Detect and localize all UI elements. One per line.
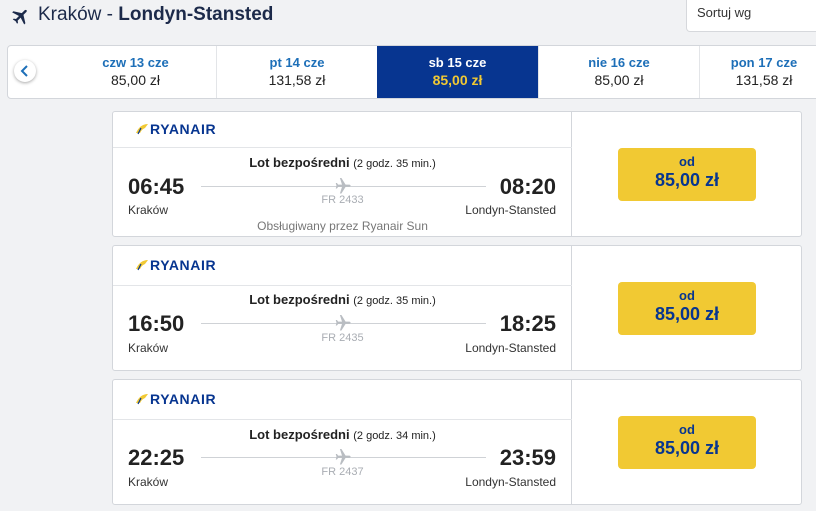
arrival-city: Londyn-Stansted (465, 203, 556, 217)
prev-dates-button[interactable] (14, 60, 36, 82)
price-amount: 85,00 zł (654, 304, 720, 324)
ryanair-harp-icon (136, 260, 148, 271)
flight-card[interactable]: RYANAIR Lot bezpośredni (2 godz. 35 min.… (112, 111, 802, 237)
sort-dropdown[interactable]: Sortuj wg (686, 0, 816, 32)
direct-info: Lot bezpośredni (2 godz. 35 min.) (113, 292, 572, 307)
direct-label: Lot bezpośredni (249, 292, 350, 307)
ryanair-harp-icon (136, 124, 148, 135)
direct-label: Lot bezpośredni (249, 155, 350, 170)
price-amount: 85,00 zł (654, 438, 720, 458)
date-price: 131,58 zł (268, 72, 326, 88)
operated-by: Obsługiwany przez Ryanair Sun (257, 219, 428, 233)
direct-label: Lot bezpośredni (249, 427, 350, 442)
departure-city: Kraków (128, 475, 169, 489)
date-label: sb 15 cze (428, 55, 487, 70)
airplane-icon (335, 449, 351, 465)
price-amount: 85,00 zł (654, 170, 720, 190)
date-strip: czw 13 cze 85,00 zł pt 14 cze 131,58 zł … (7, 45, 816, 99)
flight-duration: (2 godz. 35 min.) (353, 295, 436, 307)
arrival-city: Londyn-Stansted (465, 475, 556, 489)
direct-info: Lot bezpośredni (2 godz. 34 min.) (113, 427, 572, 442)
date-label: nie 16 cze (588, 55, 650, 70)
destination-city: Londyn-Stansted (118, 4, 274, 25)
date-label: pon 17 cze (730, 55, 798, 70)
price-from-label: od (679, 154, 695, 169)
airline-name: RYANAIR (150, 257, 217, 273)
departure-city: Kraków (128, 341, 169, 355)
select-price-button[interactable]: od 85,00 zł (618, 416, 756, 469)
flight-details: RYANAIR Lot bezpośredni (2 godz. 35 min.… (113, 246, 572, 370)
date-label: czw 13 cze (102, 55, 169, 70)
date-tab-3[interactable]: nie 16 cze 85,00 zł (538, 46, 699, 98)
departure-city: Kraków (128, 203, 169, 217)
airplane-icon (335, 315, 351, 331)
select-price-button[interactable]: od 85,00 zł (618, 148, 756, 201)
airplane-icon (12, 9, 27, 25)
route-separator: - (101, 4, 119, 25)
date-tab-2[interactable]: sb 15 cze 85,00 zł (377, 46, 538, 98)
select-price-button[interactable]: od 85,00 zł (618, 282, 756, 335)
flight-duration: (2 godz. 35 min.) (353, 158, 436, 170)
date-tab-0[interactable]: czw 13 cze 85,00 zł (55, 46, 216, 98)
price-from-label: od (679, 288, 695, 303)
direct-info: Lot bezpośredni (2 godz. 35 min.) (113, 155, 572, 170)
airline-row: RYANAIR (113, 246, 572, 286)
airline-row: RYANAIR (113, 380, 572, 420)
price-from-label: od (679, 422, 695, 437)
date-price: 85,00 zł (594, 72, 644, 88)
header: Kraków - Londyn-Stansted Sortuj wg (0, 0, 816, 40)
flight-duration: (2 godz. 34 min.) (353, 430, 436, 442)
airplane-icon (335, 178, 351, 194)
flight-card[interactable]: RYANAIR Lot bezpośredni (2 godz. 34 min.… (112, 379, 802, 505)
airline-name: RYANAIR (150, 121, 217, 137)
flight-card[interactable]: RYANAIR Lot bezpośredni (2 godz. 35 min.… (112, 245, 802, 371)
date-price: 85,00 zł (432, 72, 483, 88)
route-title: Kraków - Londyn-Stansted (38, 4, 273, 26)
origin-city: Kraków (38, 4, 102, 25)
date-tab-1[interactable]: pt 14 cze 131,58 zł (216, 46, 377, 98)
ryanair-harp-icon (136, 394, 148, 405)
airline-name: RYANAIR (150, 391, 217, 407)
date-label: pt 14 cze (269, 55, 325, 70)
date-tab-4[interactable]: pon 17 cze 131,58 zł (699, 46, 816, 98)
flight-details: RYANAIR Lot bezpośredni (2 godz. 34 min.… (113, 380, 572, 504)
date-price: 131,58 zł (735, 72, 793, 88)
flight-details: RYANAIR Lot bezpośredni (2 godz. 35 min.… (113, 112, 572, 236)
date-price: 85,00 zł (110, 72, 161, 88)
arrival-city: Londyn-Stansted (465, 341, 556, 355)
airline-row: RYANAIR (113, 112, 572, 148)
chevron-left-icon (20, 65, 28, 77)
